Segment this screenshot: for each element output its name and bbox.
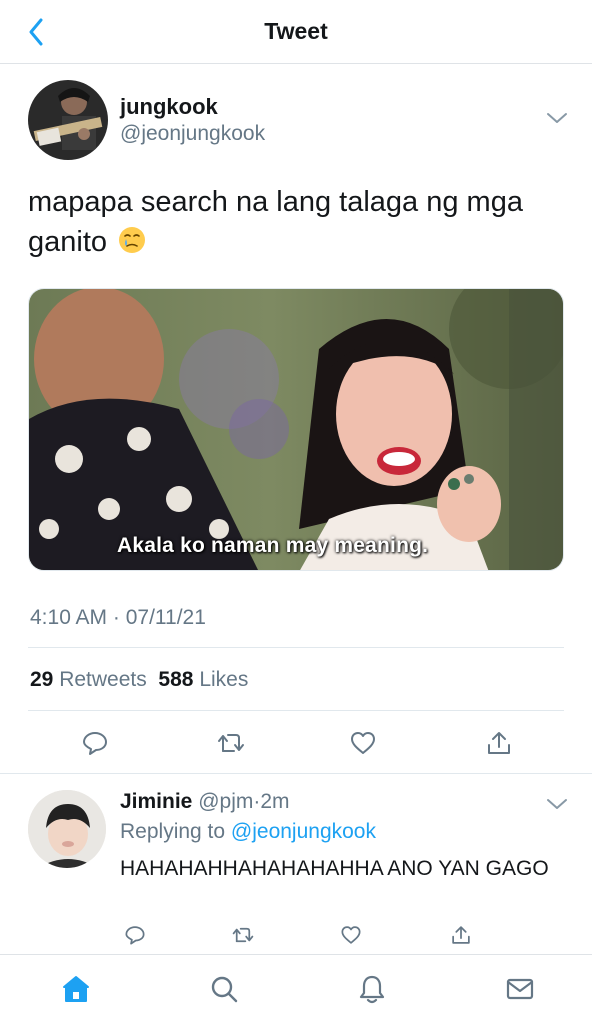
home-icon[interactable] <box>56 969 96 1009</box>
tweet-stats: 29 Retweets 588 Likes <box>30 668 248 692</box>
mail-icon[interactable] <box>500 969 540 1009</box>
retweets-count: 29 <box>30 668 54 691</box>
likes-stat[interactable]: 588 Likes <box>158 668 248 691</box>
reply-header: Jiminie @pjm·2m <box>120 790 290 814</box>
like-icon[interactable] <box>336 920 366 950</box>
crying-face-emoji-icon <box>117 225 147 266</box>
tweet-header: jungkook @jeonjungkook <box>28 80 568 160</box>
bottom-tab-bar <box>0 954 592 1024</box>
reply-tweet[interactable]: Jiminie @pjm·2m Replying to @jeonjungkoo… <box>0 774 592 954</box>
chevron-down-icon[interactable] <box>546 796 568 812</box>
like-icon[interactable] <box>342 722 384 764</box>
reply-icon[interactable] <box>120 920 150 950</box>
author-name[interactable]: jungkook <box>120 94 218 120</box>
tweet-actions <box>0 722 592 764</box>
share-icon[interactable] <box>446 920 476 950</box>
reply-actions <box>0 920 592 950</box>
author-avatar[interactable] <box>28 80 108 160</box>
author-handle[interactable]: @jeonjungkook <box>120 122 265 146</box>
search-icon[interactable] <box>204 969 244 1009</box>
tweet-text: mapapa search na lang talaga ng mga gani… <box>28 182 568 266</box>
replying-to-label: Replying to <box>120 820 226 843</box>
top-bar: Tweet <box>0 0 592 64</box>
reply-author-avatar[interactable] <box>28 790 106 868</box>
tweet-text-content: mapapa search na lang talaga ng mga gani… <box>28 186 523 258</box>
media-subtitle: Akala ko naman may meaning. <box>117 534 429 557</box>
retweets-stat[interactable]: 29 Retweets <box>30 668 147 691</box>
tweet-media-image[interactable]: Akala ko naman may meaning. <box>28 288 564 571</box>
replying-to: Replying to @jeonjungkook <box>120 820 376 844</box>
tweet-timestamp: 4:10 AM · 07/11/21 <box>30 606 206 629</box>
retweet-icon[interactable] <box>228 920 258 950</box>
replying-to-mention[interactable]: @jeonjungkook <box>231 820 376 843</box>
divider <box>28 647 564 648</box>
reply-time: 2m <box>260 790 290 813</box>
bell-icon[interactable] <box>352 969 392 1009</box>
reply-author-name[interactable]: Jiminie <box>120 790 192 813</box>
reply-text: HAHAHAHHAHAHAHAHHA ANO YAN GAGO <box>120 857 549 880</box>
likes-label: Likes <box>199 668 249 691</box>
page-title: Tweet <box>264 18 328 44</box>
retweets-label: Retweets <box>59 668 147 691</box>
likes-count: 588 <box>158 668 194 691</box>
divider <box>28 710 564 711</box>
retweet-icon[interactable] <box>210 722 252 764</box>
share-icon[interactable] <box>478 722 520 764</box>
reply-icon[interactable] <box>74 722 116 764</box>
chevron-down-icon[interactable] <box>546 110 568 126</box>
reply-author-handle[interactable]: @pjm <box>198 790 253 813</box>
